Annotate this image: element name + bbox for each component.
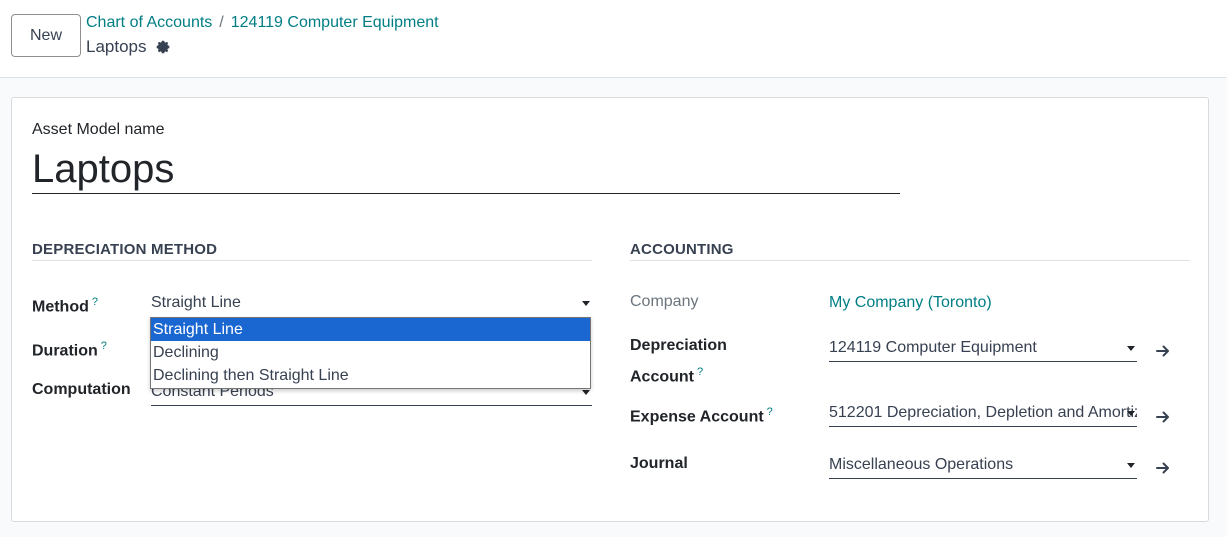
chevron-down-icon xyxy=(1127,463,1135,468)
asset-model-name-input[interactable]: Laptops xyxy=(32,145,900,194)
chevron-down-icon xyxy=(582,301,590,306)
dropdown-option-straight-line[interactable]: Straight Line xyxy=(151,318,590,341)
depreciation-section-title: DEPRECIATION METHOD xyxy=(32,241,218,258)
company-label: Company xyxy=(630,293,699,310)
chevron-down-icon xyxy=(1127,411,1135,416)
breadcrumb-computer-equipment[interactable]: 124119 Computer Equipment xyxy=(231,14,439,31)
expense-account-help-icon[interactable]: ? xyxy=(767,406,773,418)
expense-account-select[interactable]: 512201 Depreciation, Depletion and Amort… xyxy=(829,401,1137,427)
computation-label: Computation xyxy=(32,381,131,398)
depreciation-account-select[interactable]: 124119 Computer Equipment xyxy=(829,336,1137,362)
accounting-divider xyxy=(630,260,1190,261)
new-button[interactable]: New xyxy=(11,14,81,57)
form-sheet: Asset Model name Laptops DEPRECIATION ME… xyxy=(11,97,1209,522)
accounting-section-title: ACCOUNTING xyxy=(630,241,734,258)
method-help-icon[interactable]: ? xyxy=(92,296,98,308)
breadcrumb-separator: / xyxy=(219,14,224,31)
company-value[interactable]: My Company (Toronto) xyxy=(829,291,1149,317)
dropdown-option-declining-then-straight-line[interactable]: Declining then Straight Line xyxy=(151,364,590,387)
expense-account-label: Expense Account? xyxy=(630,406,773,426)
depreciation-account-help-icon[interactable]: ? xyxy=(697,366,703,378)
method-select[interactable]: Straight Line xyxy=(151,291,592,317)
breadcrumb: Chart of Accounts / 124119 Computer Equipm… xyxy=(86,14,439,32)
depreciation-divider xyxy=(32,260,592,261)
journal-select[interactable]: Miscellaneous Operations xyxy=(829,453,1137,479)
arrow-right-icon[interactable] xyxy=(1154,459,1172,477)
journal-label: Journal xyxy=(630,455,688,472)
control-panel: New Chart of Accounts / 124119 Computer Eq… xyxy=(0,0,1227,78)
dropdown-option-declining[interactable]: Declining xyxy=(151,341,590,364)
duration-label: Duration? xyxy=(32,340,107,360)
depreciation-account-label: Depreciation Account? xyxy=(630,337,727,386)
chevron-down-icon xyxy=(1127,346,1135,351)
arrow-right-icon[interactable] xyxy=(1154,408,1172,426)
record-title: Laptops xyxy=(86,37,171,57)
method-dropdown-list: Straight Line Declining Declining then S… xyxy=(150,317,591,389)
arrow-right-icon[interactable] xyxy=(1154,342,1172,360)
chevron-down-icon xyxy=(582,390,590,395)
current-record-name: Laptops xyxy=(86,37,147,56)
breadcrumb-chart-of-accounts[interactable]: Chart of Accounts xyxy=(86,14,212,31)
gear-icon[interactable] xyxy=(155,39,171,55)
asset-model-name-label: Asset Model name xyxy=(32,121,165,138)
method-label: Method? xyxy=(32,296,98,316)
duration-help-icon[interactable]: ? xyxy=(101,340,107,352)
